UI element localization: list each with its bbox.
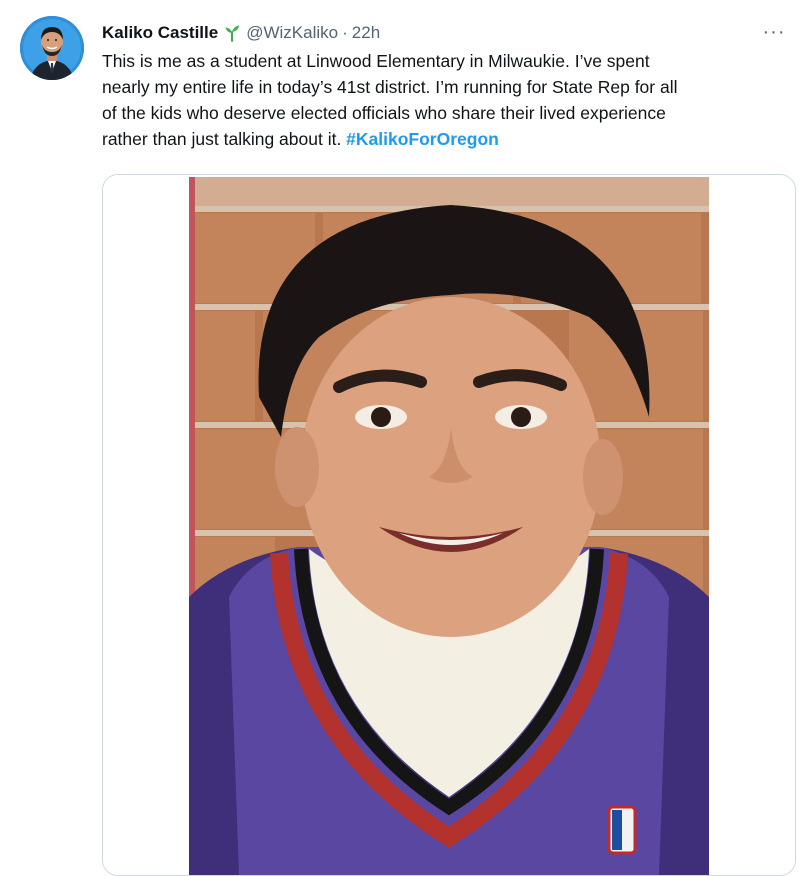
tweet[interactable]: Kaliko Castille @WizKaliko · 22h ··· Thi…	[0, 0, 800, 876]
tweet-text-line: nearly my entire life in today’s 41st di…	[102, 77, 678, 97]
hashtag-link[interactable]: #KalikoForOregon	[346, 129, 499, 149]
tweet-text-line: This is me as a student at Linwood Eleme…	[102, 51, 650, 71]
author-display-name[interactable]: Kaliko Castille	[102, 23, 218, 43]
sprout-icon	[224, 24, 240, 42]
tweet-text-line: rather than just talking about it. #Kali…	[102, 126, 792, 152]
tweet-timestamp[interactable]: 22h	[352, 23, 380, 43]
separator-dot: ·	[342, 23, 348, 42]
tweet-header: Kaliko Castille @WizKaliko · 22h	[102, 22, 380, 44]
tweet-text: This is me as a student at Linwood Eleme…	[102, 48, 792, 152]
more-options-icon[interactable]: ···	[760, 20, 788, 44]
author-handle[interactable]: @WizKaliko	[246, 23, 338, 43]
tweet-text-fragment: rather than just talking about it.	[102, 129, 347, 149]
avatar[interactable]	[20, 16, 84, 80]
tweet-photo[interactable]	[102, 174, 796, 876]
tweet-text-line: of the kids who deserve elected official…	[102, 103, 666, 123]
child-portrait-photo	[103, 175, 795, 875]
